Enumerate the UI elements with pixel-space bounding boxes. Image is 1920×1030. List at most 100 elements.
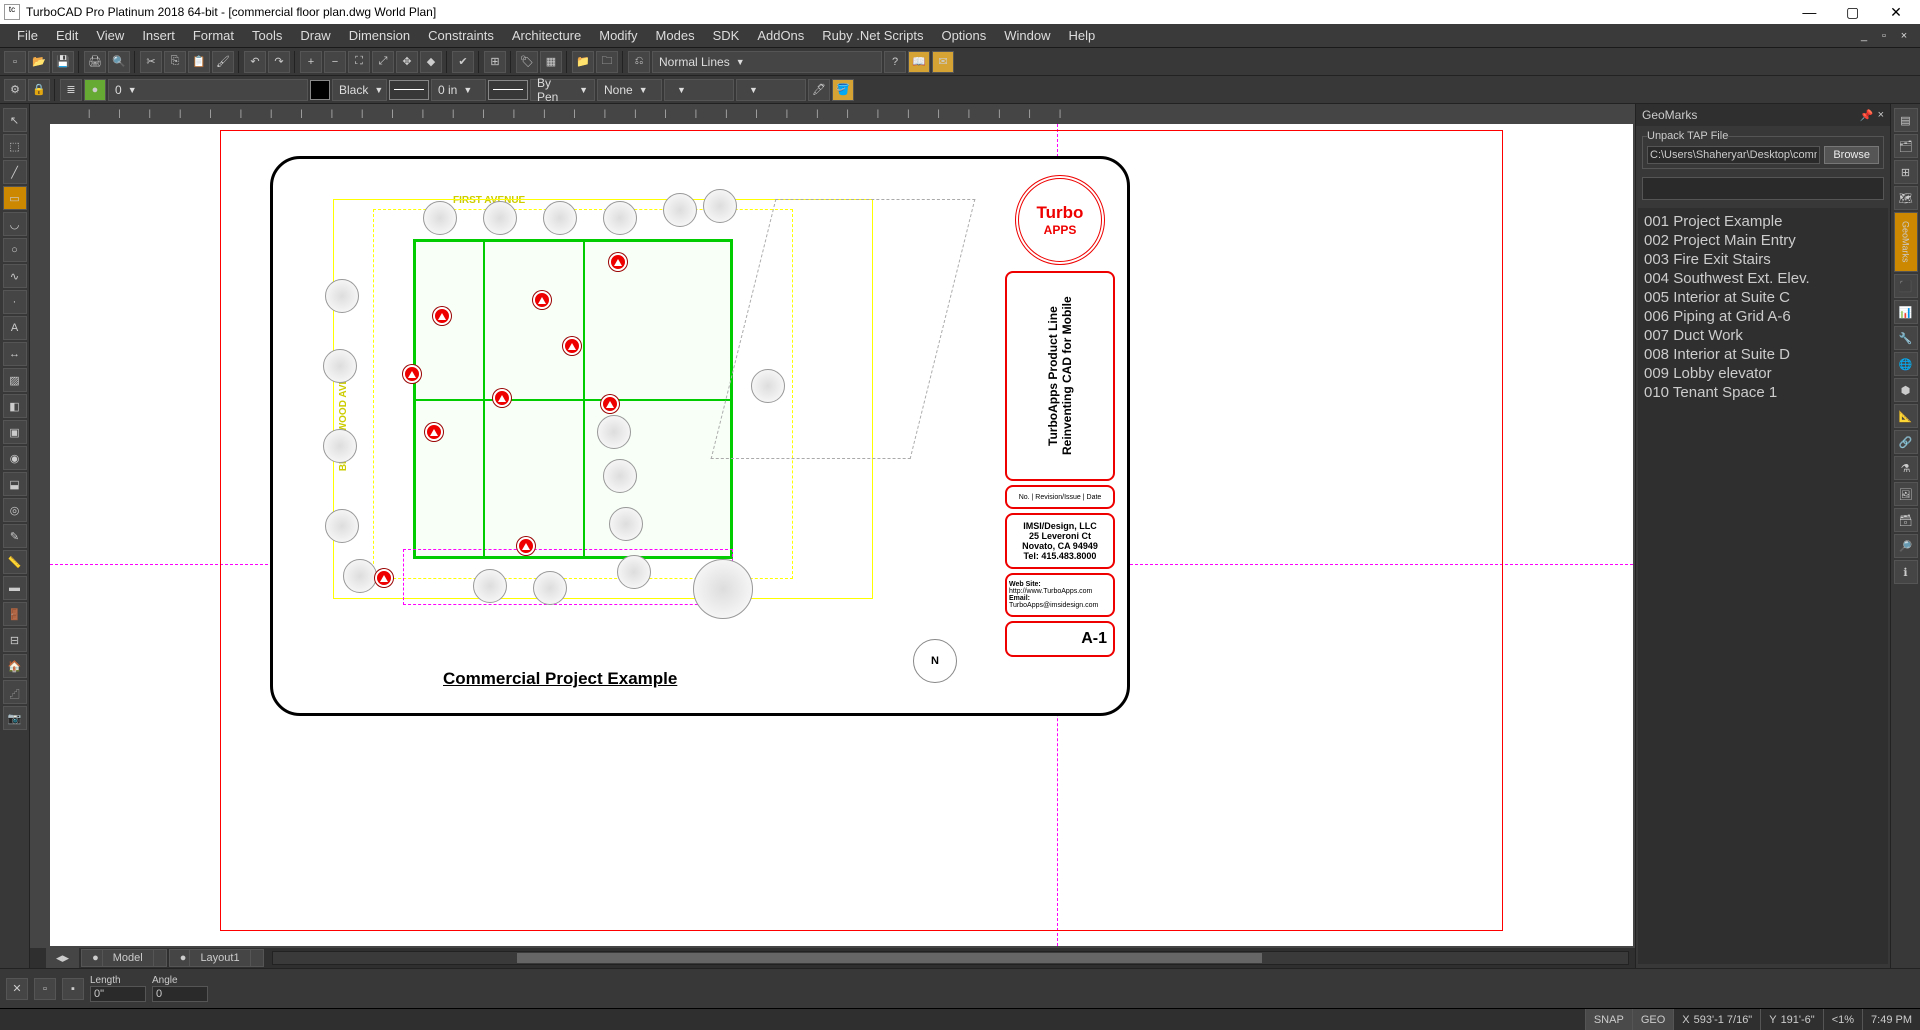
extra-combo-2[interactable]: ▼ <box>736 79 806 101</box>
menu-constraints[interactable]: Constraints <box>419 24 503 48</box>
pan-icon[interactable]: ✥ <box>396 51 418 73</box>
menu-options[interactable]: Options <box>932 24 995 48</box>
rectangle-icon[interactable]: ▭ <box>3 186 27 210</box>
list-item[interactable]: 004 Southwest Ext. Elev. <box>1644 269 1882 288</box>
mdi-restore-icon[interactable]: ▫ <box>1876 30 1892 42</box>
gear-icon[interactable]: ⚙ <box>4 79 26 101</box>
list-item[interactable]: 005 Interior at Suite C <box>1644 288 1882 307</box>
palette-icon[interactable]: ▤ <box>1894 108 1918 132</box>
palette-icon[interactable]: 🔧 <box>1894 326 1918 350</box>
folder-icon[interactable]: 🗀 <box>596 51 618 73</box>
cursor-help-icon[interactable]: ? <box>884 51 906 73</box>
pointer-icon[interactable]: ↖ <box>3 108 27 132</box>
cut-icon[interactable]: ✂ <box>140 51 162 73</box>
browse-button[interactable]: Browse <box>1824 146 1879 164</box>
geo-toggle[interactable]: GEO <box>1632 1009 1673 1030</box>
menu-tools[interactable]: Tools <box>243 24 291 48</box>
sphere-icon[interactable]: ◉ <box>3 446 27 470</box>
style-combo[interactable]: Normal Lines ▼ <box>652 51 882 73</box>
layers-icon[interactable]: ≣ <box>60 79 82 101</box>
hatch-combo[interactable]: None ▼ <box>597 79 662 101</box>
select-icon[interactable]: ⬚ <box>3 134 27 158</box>
list-item[interactable]: 010 Tenant Space 1 <box>1644 383 1882 402</box>
geomark-icon[interactable] <box>493 389 511 407</box>
geomark-icon[interactable] <box>609 253 627 271</box>
palette-icon[interactable]: 🔗 <box>1894 430 1918 454</box>
palette-icon[interactable]: 📊 <box>1894 300 1918 324</box>
drawing-canvas[interactable]: FIRST AVENUE BROWNWOOD AVE <box>50 124 1633 946</box>
tab-model[interactable]: ● Model <box>81 949 167 967</box>
measure-icon[interactable]: 📏 <box>3 550 27 574</box>
menu-format[interactable]: Format <box>184 24 243 48</box>
point-icon[interactable]: · <box>3 290 27 314</box>
linetype-combo[interactable]: By Pen ▼ <box>530 79 595 101</box>
circle-icon[interactable]: ○ <box>3 238 27 262</box>
menu-sdk[interactable]: SDK <box>704 24 749 48</box>
extra-combo-1[interactable]: ▼ <box>664 79 734 101</box>
geomark-icon[interactable] <box>375 569 393 587</box>
menu-insert[interactable]: Insert <box>133 24 184 48</box>
palette-icon[interactable]: ⬢ <box>1894 378 1918 402</box>
zoom-out-icon[interactable]: − <box>324 51 346 73</box>
modify-icon[interactable]: ✎ <box>3 524 27 548</box>
list-item[interactable]: 007 Duct Work <box>1644 326 1882 345</box>
lineweight-combo[interactable]: 0 in ▼ <box>431 79 486 101</box>
paste-icon[interactable]: 📋 <box>188 51 210 73</box>
tag-icon[interactable]: 🏷 <box>516 51 538 73</box>
palette-icon[interactable]: ⬛ <box>1894 274 1918 298</box>
list-item[interactable]: 008 Interior at Suite D <box>1644 345 1882 364</box>
palette-icon[interactable]: 🗃 <box>1894 508 1918 532</box>
palette-icon[interactable]: 🗺 <box>1894 186 1918 210</box>
menu-modes[interactable]: Modes <box>647 24 704 48</box>
palette-icon[interactable]: ⚗ <box>1894 456 1918 480</box>
zoom-readout[interactable]: <1% <box>1823 1009 1862 1030</box>
folder-open-icon[interactable]: 📁 <box>572 51 594 73</box>
angle-input[interactable] <box>152 986 208 1002</box>
palette-icon[interactable]: ⊞ <box>1894 160 1918 184</box>
menu-file[interactable]: File <box>8 24 47 48</box>
geomarks-search-input[interactable] <box>1642 177 1884 200</box>
extrude-icon[interactable]: ⬓ <box>3 472 27 496</box>
minimize-button[interactable]: — <box>1789 4 1829 20</box>
geomark-icon[interactable] <box>433 307 451 325</box>
length-input[interactable] <box>90 986 146 1002</box>
scrollbar-thumb[interactable] <box>517 953 1262 963</box>
linetype-preview[interactable] <box>488 80 528 100</box>
text-icon[interactable]: A <box>3 316 27 340</box>
panel-pin-icon[interactable]: 📌 <box>1860 109 1874 122</box>
door-icon[interactable]: 🚪 <box>3 602 27 626</box>
menu-modify[interactable]: Modify <box>590 24 646 48</box>
window-icon[interactable]: ⊟ <box>3 628 27 652</box>
curve-icon[interactable]: ∿ <box>3 264 27 288</box>
color-swatch[interactable] <box>310 80 330 100</box>
revolve-icon[interactable]: ◎ <box>3 498 27 522</box>
block-icon[interactable]: ▦ <box>540 51 562 73</box>
menu-help[interactable]: Help <box>1060 24 1105 48</box>
layer-state-icon[interactable]: ● <box>84 79 106 101</box>
inspector-icon[interactable]: ▫ <box>34 978 56 1000</box>
geomark-icon[interactable] <box>563 337 581 355</box>
box-icon[interactable]: ▣ <box>3 420 27 444</box>
geomark-icon[interactable] <box>517 537 535 555</box>
spellcheck-icon[interactable]: ✔ <box>452 51 474 73</box>
print-icon[interactable]: 🖨 <box>84 51 106 73</box>
undo-icon[interactable]: ↶ <box>244 51 266 73</box>
geomark-icon[interactable] <box>533 291 551 309</box>
hatch-tool-icon[interactable]: ▨ <box>3 368 27 392</box>
roof-icon[interactable]: 🏠 <box>3 654 27 678</box>
snap-toggle[interactable]: SNAP <box>1585 1009 1632 1030</box>
menu-window[interactable]: Window <box>995 24 1059 48</box>
format-painter-icon[interactable]: 🖌 <box>212 51 234 73</box>
mail-icon[interactable]: ✉ <box>932 51 954 73</box>
inspector-icon[interactable]: ✕ <box>6 978 28 1000</box>
wall-icon[interactable]: ▬ <box>3 576 27 600</box>
geomarks-list[interactable]: 001 Project Example 002 Project Main Ent… <box>1638 208 1888 964</box>
panel-close-icon[interactable]: × <box>1878 109 1884 122</box>
palette-icon[interactable]: 🗂 <box>1894 134 1918 158</box>
line-icon[interactable]: ╱ <box>3 160 27 184</box>
save-icon[interactable]: 💾 <box>52 51 74 73</box>
copy-icon[interactable]: ⎘ <box>164 51 186 73</box>
horizontal-scrollbar[interactable] <box>272 951 1629 965</box>
redo-icon[interactable]: ↷ <box>268 51 290 73</box>
maximize-button[interactable]: ▢ <box>1833 4 1873 21</box>
